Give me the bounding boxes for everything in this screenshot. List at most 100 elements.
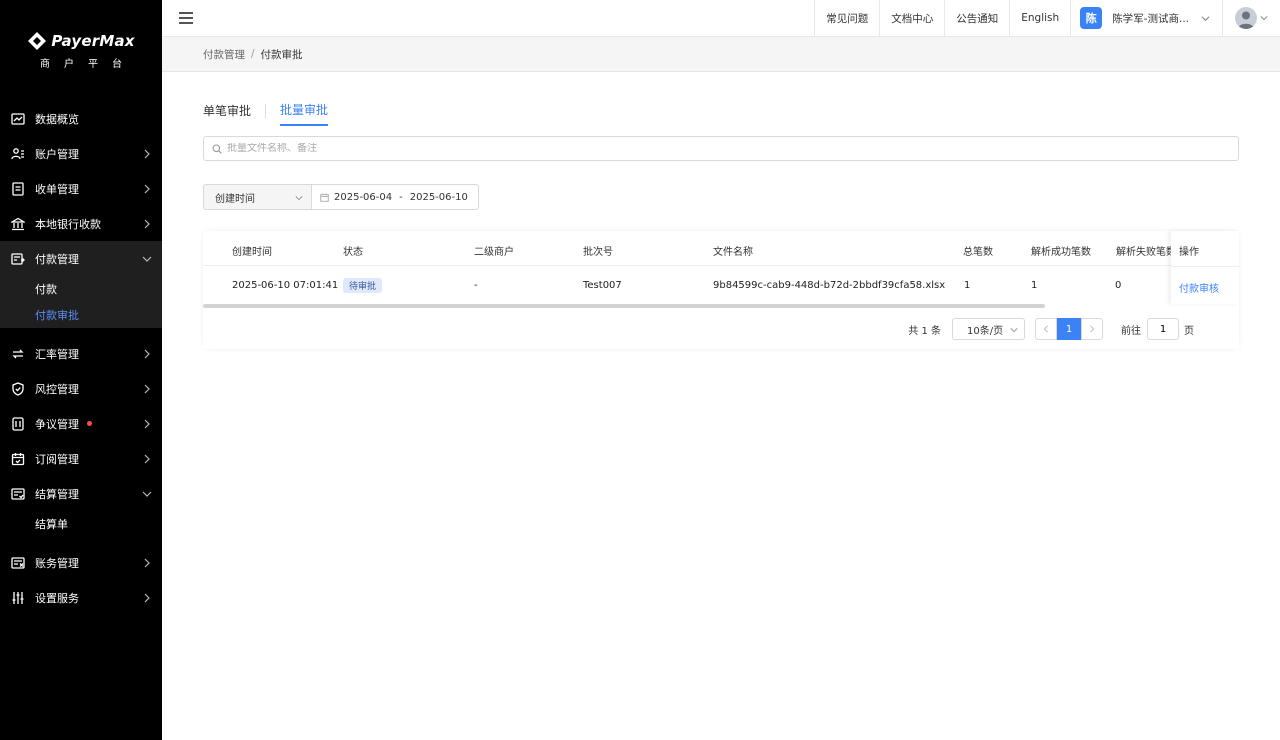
pagination-total: 共 1 条 <box>908 325 941 337</box>
cell-parse-success: 1 <box>1031 280 1038 291</box>
horizontal-scrollbar[interactable] <box>203 304 1045 308</box>
sidebar-item-ledger[interactable]: 账务管理 <box>0 545 162 580</box>
search-box[interactable] <box>203 136 1239 161</box>
chevron-down-icon <box>1010 328 1018 333</box>
sidebar: PayerMax 商户平台 数据概览 账户管理 收单管理 本地银行收款 付款管理… <box>0 0 162 740</box>
sidebar-item-dashboard[interactable]: 数据概览 <box>0 101 162 136</box>
menu-toggle-icon[interactable] <box>179 12 193 24</box>
search-input[interactable] <box>227 143 1238 154</box>
date-filter: 创建时间 2025-06-04 - 2025-06-10 <box>203 184 479 210</box>
user-avatar-menu[interactable] <box>1222 0 1280 36</box>
sidebar-subitem-payment[interactable]: 付款 <box>0 276 162 302</box>
col-parse-success: 解析成功笔数 <box>1031 247 1091 258</box>
sidebar-item-account[interactable]: 账户管理 <box>0 136 162 171</box>
calendar-icon <box>11 452 25 466</box>
next-page-button[interactable] <box>1081 318 1103 340</box>
chevron-right-icon <box>142 454 152 464</box>
payment-review-link[interactable]: 付款审核 <box>1179 280 1219 295</box>
col-sub-merchant: 二级商户 <box>474 247 514 258</box>
brand-subtitle: 商户平台 <box>40 58 136 70</box>
breadcrumb: 付款管理 / 付款审批 <box>162 37 1280 72</box>
sidebar-item-dispute[interactable]: 争议管理 <box>0 406 162 441</box>
col-action: 操作 <box>1179 247 1199 258</box>
header-link-notices[interactable]: 公告通知 <box>944 0 1009 36</box>
chevron-right-icon <box>142 593 152 603</box>
sidebar-item-local-bank[interactable]: 本地银行收款 <box>0 206 162 241</box>
chevron-right-icon <box>142 149 152 159</box>
breadcrumb-parent[interactable]: 付款管理 <box>203 47 245 62</box>
divider <box>1171 266 1239 267</box>
col-file-name: 文件名称 <box>713 247 753 258</box>
sidebar-item-label: 风控管理 <box>35 382 79 396</box>
tab-batch-approval[interactable]: 批量审批 <box>280 101 329 126</box>
avatar <box>1235 7 1257 29</box>
header-link-docs[interactable]: 文档中心 <box>879 0 944 36</box>
cell-total: 1 <box>964 280 971 291</box>
calendar-icon <box>320 192 329 202</box>
ledger-icon <box>11 556 25 570</box>
sidebar-item-payment[interactable]: 付款管理 <box>0 241 162 276</box>
chevron-right-icon <box>142 219 152 229</box>
main-content: 单笔审批 批量审批 创建时间 2025-06-04 - 2025-06-10 创… <box>162 72 1280 740</box>
sidebar-item-label: 账务管理 <box>35 556 79 570</box>
merchant-switcher[interactable]: 陈 陈学军-测试商... <box>1070 0 1222 36</box>
date-start: 2025-06-04 <box>334 191 393 203</box>
tab-divider <box>265 103 267 118</box>
date-separator: - <box>399 191 403 203</box>
sidebar-subitem-payment-approval[interactable]: 付款审批 <box>0 302 162 328</box>
page-number-current[interactable]: 1 <box>1057 318 1081 340</box>
sidebar-item-settlement[interactable]: 结算管理 <box>0 476 162 511</box>
sidebar-item-label: 账户管理 <box>35 147 79 161</box>
sidebar-item-settings[interactable]: 设置服务 <box>0 580 162 615</box>
cell-parse-failed: 0 <box>1115 280 1122 291</box>
goto-label: 前往 <box>1121 325 1141 337</box>
goto-page-input[interactable] <box>1147 318 1179 340</box>
date-range-picker[interactable]: 2025-06-04 - 2025-06-10 <box>312 184 479 210</box>
user-initial-badge: 陈 <box>1080 7 1103 29</box>
sidebar-item-label: 付款管理 <box>35 252 79 266</box>
header-link-faq[interactable]: 常见问题 <box>814 0 879 36</box>
logo[interactable]: PayerMax 商户平台 <box>0 0 162 100</box>
breadcrumb-current: 付款审批 <box>260 48 303 61</box>
shield-icon <box>11 381 25 396</box>
language-switch[interactable]: English <box>1009 0 1070 36</box>
sidebar-item-exchange[interactable]: 汇率管理 <box>0 336 162 371</box>
sidebar-item-label: 收单管理 <box>35 182 79 196</box>
tab-single-approval[interactable]: 单笔审批 <box>203 102 251 125</box>
bank-icon <box>11 217 25 231</box>
search-icon <box>212 143 222 154</box>
batch-table-card: 创建时间 状态 二级商户 批次号 文件名称 总笔数 解析成功笔数 解析失败笔数 … <box>203 231 1239 349</box>
col-status: 状态 <box>343 247 363 258</box>
chevron-right-icon <box>142 349 152 359</box>
receipt-icon <box>11 181 25 196</box>
table-header: 创建时间 状态 二级商户 批次号 文件名称 总笔数 解析成功笔数 解析失败笔数 <box>203 231 1239 266</box>
sidebar-item-label: 争议管理 <box>35 417 79 431</box>
sidebar-item-risk[interactable]: 风控管理 <box>0 371 162 406</box>
payermax-logo-icon <box>28 31 47 50</box>
page-size-select[interactable]: 10条/页 <box>952 318 1025 340</box>
exchange-icon <box>11 347 25 361</box>
prev-page-button[interactable] <box>1035 318 1057 340</box>
cell-sub-merchant: - <box>474 280 478 291</box>
chevron-right-icon <box>142 184 152 194</box>
sidebar-item-subscription[interactable]: 订阅管理 <box>0 441 162 476</box>
table-row: 2025-06-10 07:01:41 待审批 - Test007 9b8459… <box>203 266 1239 304</box>
chevron-down-icon <box>295 196 303 201</box>
cell-created-time: 2025-06-10 07:01:41 <box>232 280 339 291</box>
col-total: 总笔数 <box>963 247 993 258</box>
user-avatar-icon <box>1238 11 1254 29</box>
sidebar-item-acquiring[interactable]: 收单管理 <box>0 171 162 206</box>
user-name: 陈学军-测试商... <box>1112 12 1189 25</box>
sidebar-group-payment: 付款管理 付款 付款审批 <box>0 241 162 328</box>
chevron-down-icon <box>142 489 152 499</box>
col-parse-failed: 解析失败笔数 <box>1116 247 1176 258</box>
notification-dot <box>87 421 92 426</box>
chevron-down-icon <box>1260 16 1268 21</box>
sidebar-item-label: 设置服务 <box>35 591 79 605</box>
brand-name: PayerMax <box>51 31 135 50</box>
date-type-select[interactable]: 创建时间 <box>203 184 312 210</box>
page-size-value: 10条/页 <box>967 325 1004 337</box>
chevron-right-icon <box>142 558 152 568</box>
sidebar-subitem-settlement-statement[interactable]: 结算单 <box>0 511 162 537</box>
col-batch-no: 批次号 <box>583 247 613 258</box>
